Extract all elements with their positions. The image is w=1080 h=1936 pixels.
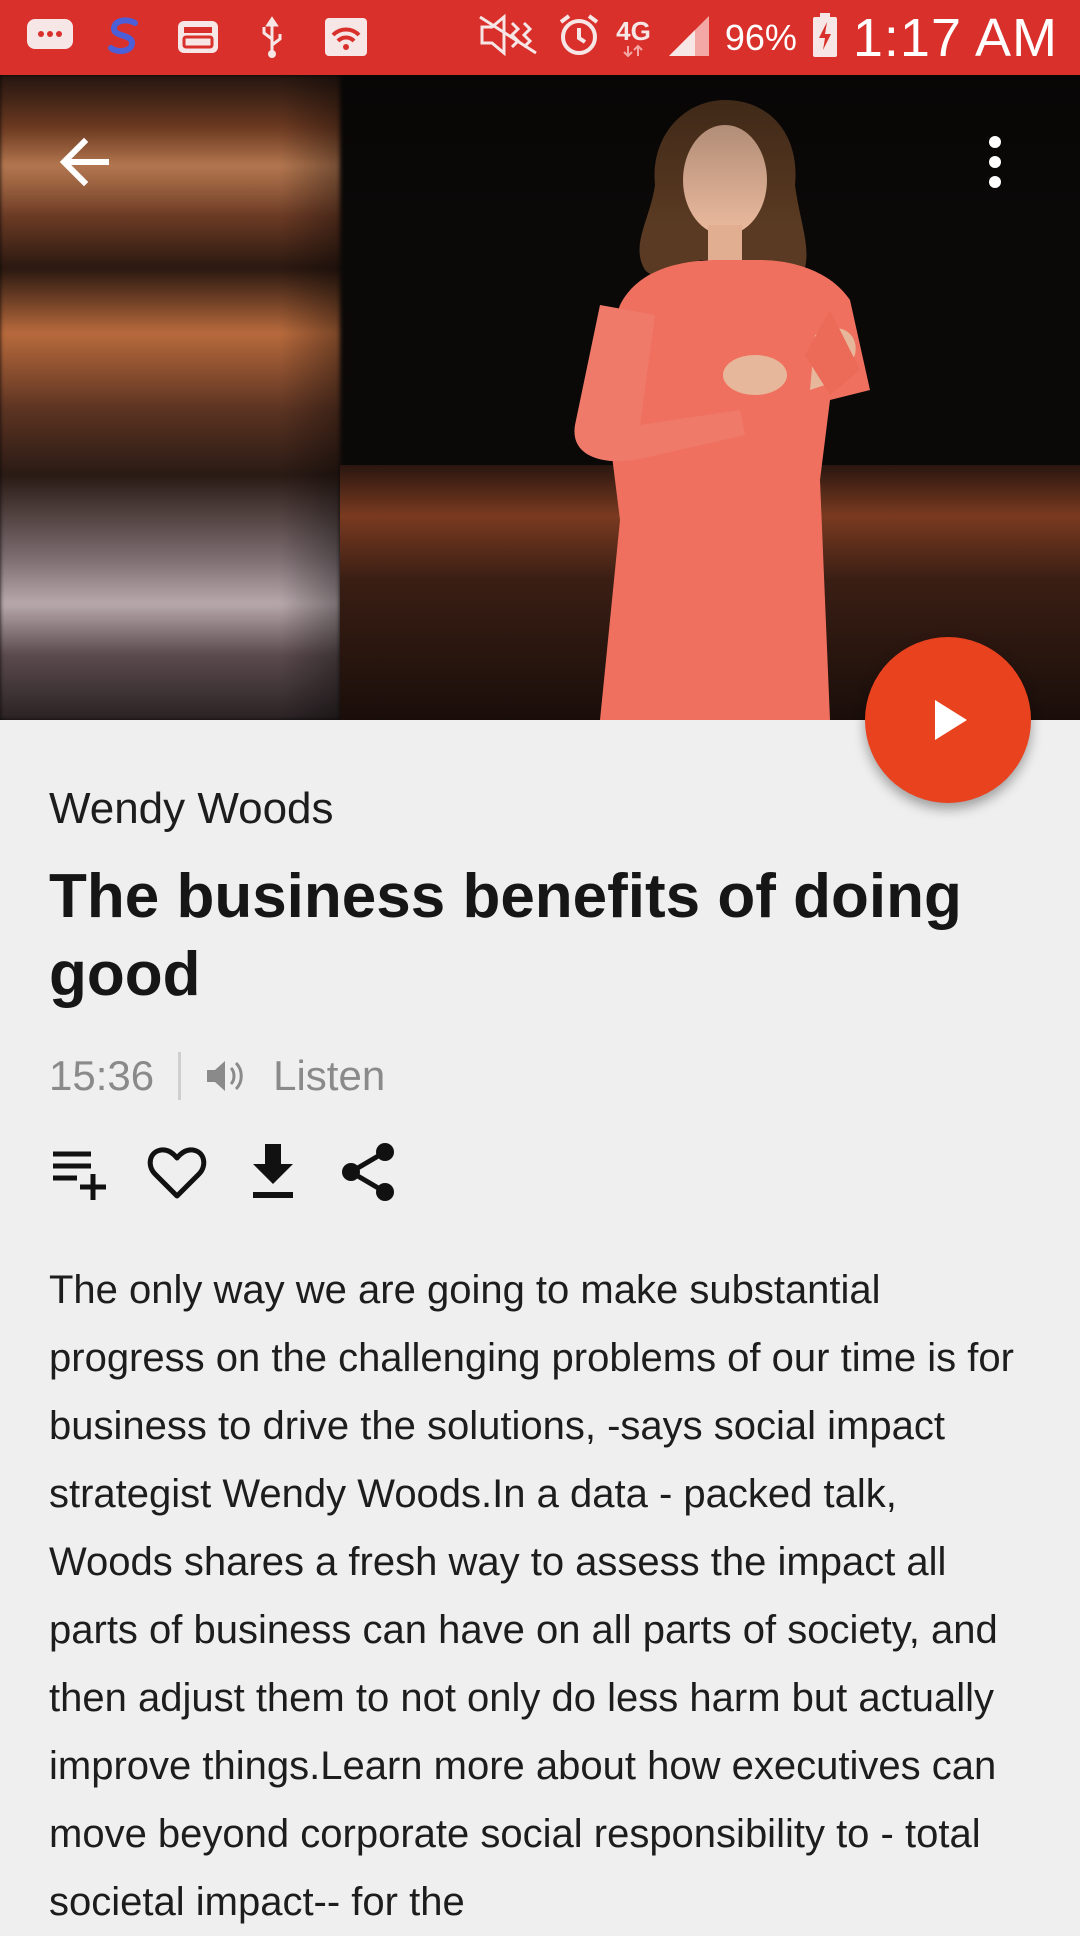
network-label: 4G	[616, 15, 651, 46]
listen-button[interactable]: Listen	[205, 1052, 385, 1100]
swiftkey-icon	[100, 14, 148, 60]
download-button[interactable]	[241, 1140, 305, 1204]
inbox-icon	[174, 14, 222, 60]
battery-percent: 96%	[724, 16, 797, 58]
talk-meta: 15:36 Listen	[49, 1048, 385, 1104]
talk-description: The only way we are going to make substa…	[49, 1268, 1014, 1924]
arrow-back-icon	[59, 137, 109, 187]
messaging-icon	[26, 14, 74, 60]
more-options-button[interactable]	[975, 126, 1035, 198]
wifi-box-icon	[322, 14, 370, 60]
favorite-icon	[147, 1147, 207, 1199]
talk-title: The business benefits of doing good	[49, 862, 962, 1009]
usb-icon	[248, 14, 296, 60]
speaker-name: Wendy Woods	[49, 784, 334, 833]
status-bar: 4G 96% 1:17 AM	[0, 0, 1080, 75]
listen-label: Listen	[273, 1052, 386, 1099]
mute-icon	[476, 13, 542, 62]
duration: 15:36	[49, 1052, 155, 1099]
talk-hero-image	[0, 75, 1080, 720]
download-icon	[253, 1144, 293, 1198]
hero-scrim	[0, 75, 1080, 225]
play-icon	[935, 700, 967, 740]
add-to-playlist-icon	[53, 1151, 106, 1200]
notification-icons	[26, 14, 370, 60]
back-button[interactable]	[48, 126, 120, 198]
action-bar	[49, 1140, 401, 1204]
more-vert-icon	[989, 136, 1001, 188]
favorite-button[interactable]	[145, 1140, 209, 1204]
meta-divider	[178, 1052, 182, 1100]
battery-charging-icon	[811, 12, 839, 63]
volume-icon	[207, 1061, 243, 1091]
network-4g-icon: 4G	[616, 18, 651, 58]
clock: 1:17 AM	[852, 7, 1058, 68]
signal-icon	[665, 12, 711, 63]
system-status: 4G 96% 1:17 AM	[476, 0, 1058, 75]
alarm-icon	[556, 12, 602, 63]
play-button[interactable]	[865, 637, 1031, 803]
add-to-playlist-button[interactable]	[49, 1140, 113, 1204]
share-button[interactable]	[337, 1140, 401, 1204]
share-icon	[342, 1143, 394, 1201]
